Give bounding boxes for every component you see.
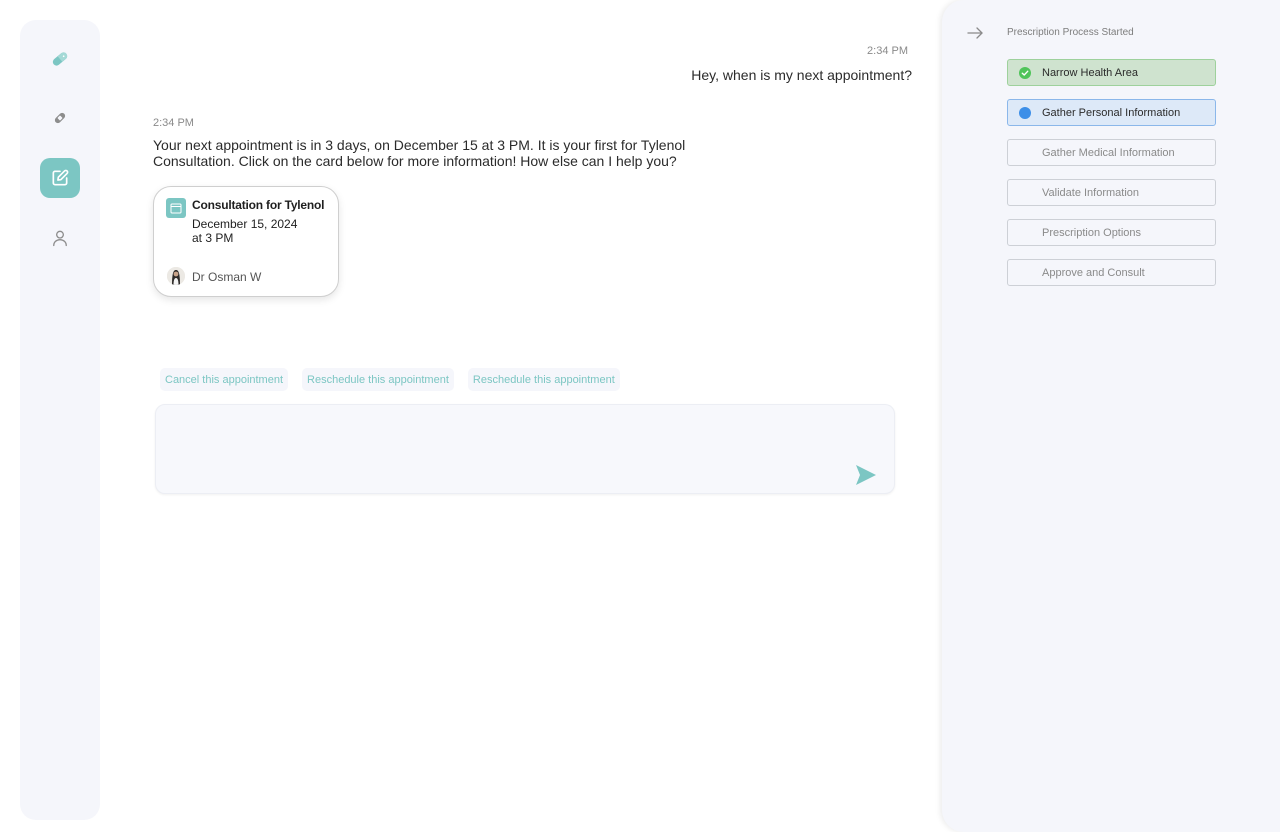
reschedule-appointment-chip[interactable]: Reschedule this appointment: [302, 368, 454, 391]
app-window: 2:34 PM Hey, when is my next appointment…: [0, 0, 1280, 832]
check-icon: [1019, 67, 1031, 79]
step-label: Narrow Health Area: [1042, 66, 1138, 79]
step-label: Gather Personal Information: [1042, 106, 1181, 119]
collapse-panel-button[interactable]: [966, 24, 984, 42]
send-button[interactable]: [855, 464, 877, 486]
user-icon: [53, 230, 67, 247]
edit-icon: [52, 169, 69, 186]
cancel-appointment-chip[interactable]: Cancel this appointment: [160, 368, 289, 391]
user-message-time: 2:34 PM: [867, 45, 908, 57]
pill-icon: [52, 52, 68, 66]
panel-title: Prescription Process Started: [1007, 27, 1134, 38]
sidebar-item-profile[interactable]: [40, 218, 80, 258]
appointment-time: at 3 PM: [192, 231, 234, 245]
appointment-date: December 15, 2024: [192, 217, 298, 231]
step-prescription-options[interactable]: Prescription Options: [1007, 219, 1216, 246]
step-label: Prescription Options: [1042, 226, 1142, 239]
suggestion-chips: Cancel this appointment Reschedule this …: [160, 368, 620, 391]
step-label: Approve and Consult: [1042, 266, 1145, 279]
doctor-avatar: [167, 267, 185, 285]
step-validate-information[interactable]: Validate Information: [1007, 179, 1216, 206]
sidebar: [20, 20, 100, 820]
bandage-icon: [54, 112, 66, 124]
message-composer: [155, 404, 895, 494]
message-input[interactable]: [168, 415, 848, 483]
prescription-process-panel: Prescription Process Started Narrow Heal…: [942, 0, 1280, 832]
doctor-name: Dr Osman W: [192, 270, 262, 284]
send-icon: [856, 465, 876, 485]
sidebar-item-treatments[interactable]: [40, 98, 80, 138]
reschedule-appointment-chip-2[interactable]: Reschedule this appointment: [467, 368, 620, 391]
step-gather-personal-information[interactable]: Gather Personal Information: [1007, 99, 1216, 126]
step-label: Validate Information: [1042, 186, 1140, 199]
current-step-dot-icon: [1019, 107, 1031, 119]
step-label: Gather Medical Information: [1042, 146, 1175, 159]
calendar-icon: [166, 198, 186, 218]
appointment-title: Consultation for Tylenol: [192, 198, 325, 212]
user-message: Hey, when is my next appointment?: [691, 67, 912, 83]
step-narrow-health-area[interactable]: Narrow Health Area: [1007, 59, 1216, 86]
assistant-message: Your next appointment is in 3 days, on D…: [153, 137, 686, 169]
step-gather-medical-information[interactable]: Gather Medical Information: [1007, 139, 1216, 166]
sidebar-item-chat[interactable]: [40, 158, 80, 198]
assistant-message-time: 2:34 PM: [153, 117, 194, 129]
arrow-right-icon: [967, 27, 983, 39]
sidebar-item-medications[interactable]: [40, 39, 80, 79]
step-approve-and-consult[interactable]: Approve and Consult: [1007, 259, 1216, 286]
appointment-card[interactable]: Consultation for Tylenol December 15, 20…: [153, 186, 339, 297]
